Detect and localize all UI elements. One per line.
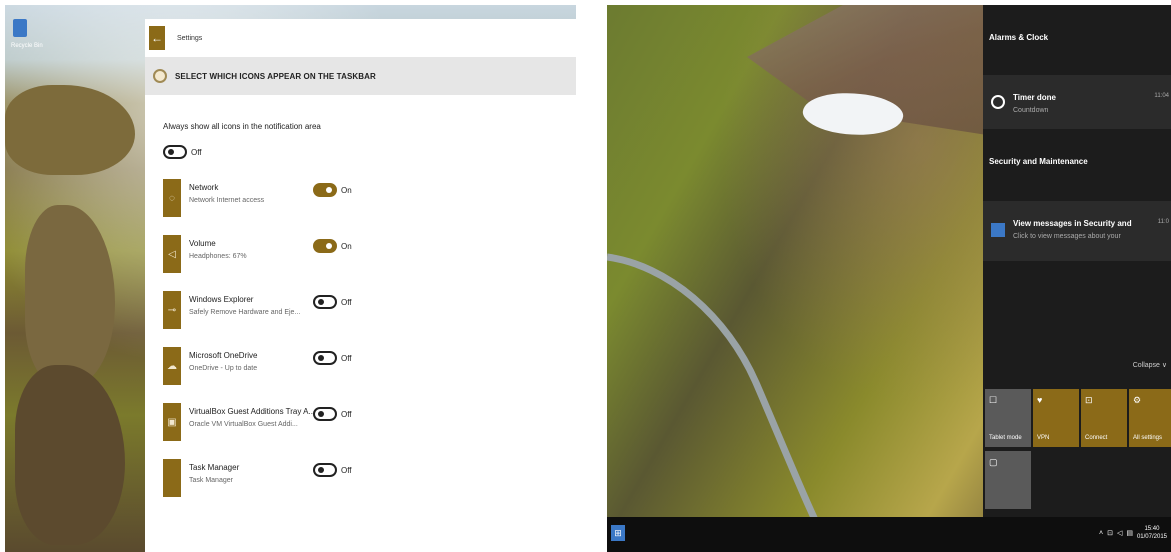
section-alarms: Alarms & Clock	[989, 33, 1049, 42]
settings-header: SELECT WHICH ICONS APPEAR ON THE TASKBAR	[145, 57, 576, 95]
volume-icon[interactable]: ◁	[1117, 529, 1122, 537]
settings-window: ← Settings SELECT WHICH ICONS APPEAR ON …	[145, 19, 576, 552]
page-title: SELECT WHICH ICONS APPEAR ON THE TASKBAR	[175, 71, 376, 81]
left-screenshot: Recycle Bin ← Settings SELECT WHICH ICON…	[5, 5, 576, 552]
onedrive-toggle[interactable]	[313, 351, 337, 365]
wallpaper-rock	[5, 85, 135, 175]
row-sub: OneDrive - Up to date	[189, 365, 258, 372]
notification-title: View messages in Security and	[1013, 219, 1132, 228]
back-button[interactable]: ←	[149, 26, 165, 50]
quick-action-label: Connect	[1085, 435, 1108, 441]
desktop-icon-label: Recycle Bin	[11, 43, 43, 49]
notification-time: 11:04	[1154, 93, 1169, 99]
row-sub: Task Manager	[189, 477, 233, 484]
notification-sub: Countdown	[1013, 107, 1049, 114]
gear-icon	[153, 69, 167, 83]
quick-action-label: All settings	[1133, 435, 1163, 441]
wallpaper-rock	[25, 205, 115, 385]
always-show-label: Always show all icons in the notificatio…	[163, 122, 321, 131]
list-item: ☁ Microsoft OneDrive OneDrive - Up to da…	[163, 347, 563, 387]
quick-action-label: VPN	[1037, 435, 1050, 441]
row-sub: Oracle VM VirtualBox Guest Addi...	[189, 421, 298, 428]
list-item: Task Manager Task Manager Off	[163, 459, 563, 499]
wallpaper-rock	[15, 365, 125, 545]
notification-icon[interactable]: ▤	[1126, 529, 1133, 537]
volume-icon: ◁	[163, 235, 181, 273]
wallpaper-road	[607, 253, 831, 545]
always-show-state: Off	[191, 148, 202, 157]
collapse-link[interactable]: Collapse ∨	[1133, 361, 1167, 369]
right-screenshot: Alarms & Clock Timer done Countdown 11:0…	[607, 5, 1171, 552]
quick-action-connect[interactable]: ⊡ Connect	[1081, 389, 1127, 447]
notification-security[interactable]: View messages in Security and Click to v…	[983, 201, 1171, 261]
notification-sub: Click to view messages about your	[1013, 233, 1121, 240]
network-toggle[interactable]	[313, 183, 337, 197]
alarm-clock-icon	[991, 95, 1005, 109]
network-icon[interactable]: ⊡	[1107, 529, 1113, 537]
quick-action-tablet-mode[interactable]: ☐ Tablet mode	[985, 389, 1031, 447]
quick-action-note[interactable]: ▢	[985, 451, 1031, 509]
chevron-up-icon[interactable]: ˄	[1099, 530, 1103, 537]
tablet-icon: ☐	[989, 395, 998, 405]
quick-action-all-settings[interactable]: ⚙ All settings	[1129, 389, 1171, 447]
toggle-state: Off	[341, 410, 352, 419]
notification-timer[interactable]: Timer done Countdown 11:04	[983, 75, 1171, 129]
settings-titlebar: ← Settings	[145, 19, 576, 57]
start-button[interactable]: ⊞	[611, 525, 625, 541]
toggle-state: On	[341, 242, 352, 251]
row-sub: Headphones: 67%	[189, 253, 247, 260]
list-item: ⊸ Windows Explorer Safely Remove Hardwar…	[163, 291, 563, 331]
row-sub: Safely Remove Hardware and Eje...	[189, 309, 301, 316]
recycle-bin-icon[interactable]	[13, 19, 27, 37]
toggle-state: Off	[341, 354, 352, 363]
row-name: Task Manager	[189, 463, 240, 472]
network-icon: ◌	[163, 179, 181, 217]
vpn-icon: ♥	[1037, 395, 1043, 405]
row-name: Network	[189, 183, 219, 192]
clock-time: 15:40	[1144, 526, 1160, 532]
notification-title: Timer done	[1013, 93, 1056, 102]
row-sub: Network Internet access	[189, 197, 265, 204]
toggle-state: Off	[341, 298, 352, 307]
connect-icon: ⊡	[1085, 395, 1093, 405]
taskbar: ⊞ ˄ ⊡ ◁ ▤ 15:40 01/07/2015	[607, 517, 1171, 552]
virtualbox-toggle[interactable]	[313, 407, 337, 421]
quick-action-label: Tablet mode	[989, 435, 1022, 441]
flag-icon	[991, 223, 1005, 237]
note-icon: ▢	[989, 457, 998, 467]
section-security: Security and Maintenance	[989, 157, 1088, 166]
list-item: ◁ Volume Headphones: 67% On	[163, 235, 563, 275]
cloud-icon: ☁	[163, 347, 181, 385]
system-tray: ˄ ⊡ ◁ ▤ 15:40 01/07/2015	[1099, 525, 1167, 541]
list-item: ◌ Network Network Internet access On	[163, 179, 563, 219]
row-name: Volume	[189, 239, 216, 248]
window-title: Settings	[177, 34, 203, 42]
toggle-state: On	[341, 186, 352, 195]
usb-icon: ⊸	[163, 291, 181, 329]
gear-icon: ⚙	[1133, 395, 1142, 405]
row-name: Windows Explorer	[189, 295, 254, 304]
always-show-toggle[interactable]	[163, 145, 187, 159]
clock[interactable]: 15:40 01/07/2015	[1137, 525, 1167, 541]
task-manager-toggle[interactable]	[313, 463, 337, 477]
virtualbox-icon: ▣	[163, 403, 181, 441]
row-name: Microsoft OneDrive	[189, 351, 258, 360]
list-item: ▣ VirtualBox Guest Additions Tray A... O…	[163, 403, 563, 443]
notification-time: 11:0	[1157, 219, 1169, 225]
windows-explorer-toggle[interactable]	[313, 295, 337, 309]
row-name: VirtualBox Guest Additions Tray A...	[189, 407, 316, 416]
volume-toggle[interactable]	[313, 239, 337, 253]
clock-date: 01/07/2015	[1136, 534, 1167, 540]
quick-action-vpn[interactable]: ♥ VPN	[1033, 389, 1079, 447]
task-manager-icon	[163, 459, 181, 497]
toggle-state: Off	[341, 466, 352, 475]
action-center: Alarms & Clock Timer done Countdown 11:0…	[983, 5, 1171, 517]
